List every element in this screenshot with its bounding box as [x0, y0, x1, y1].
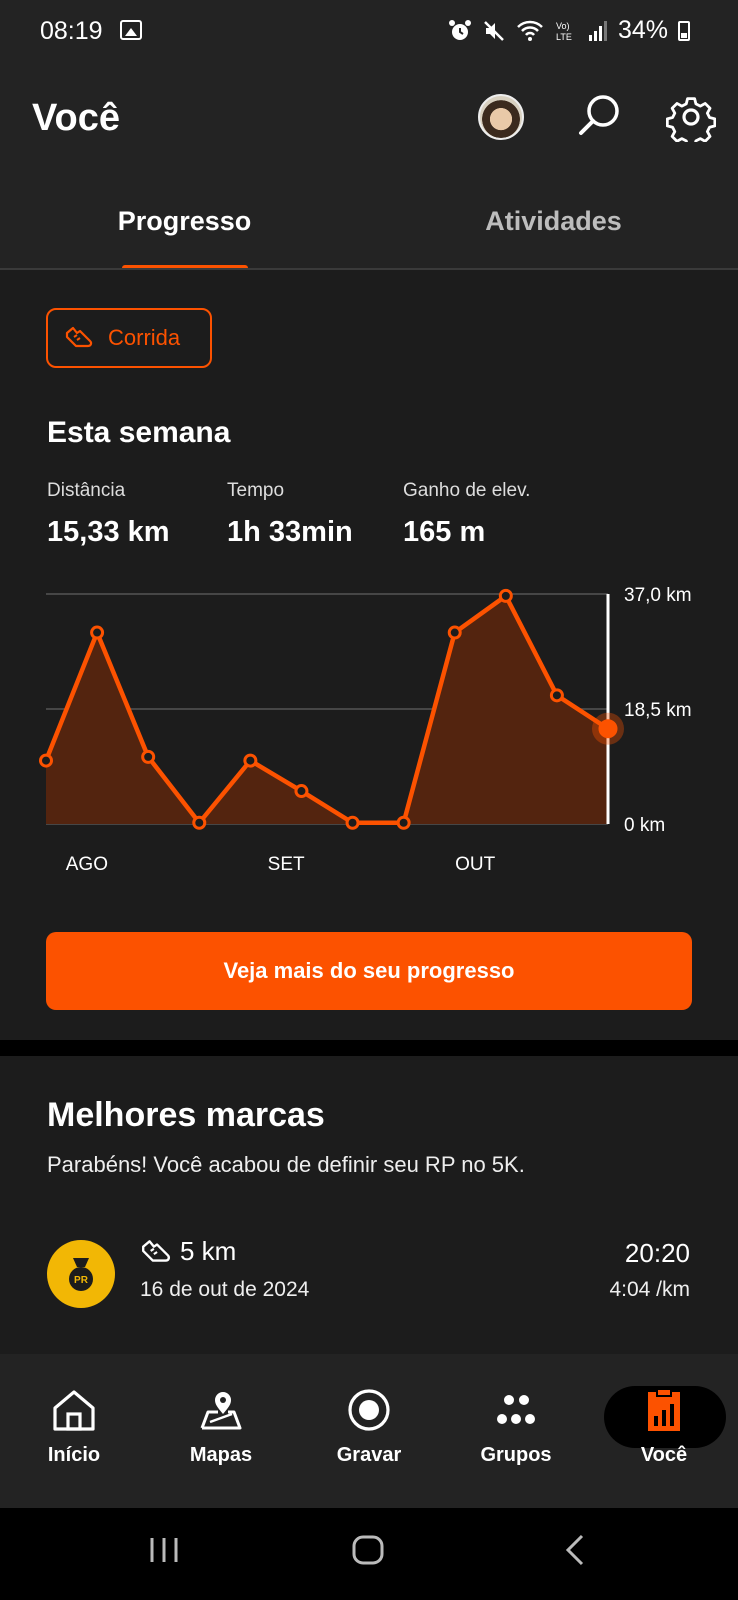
pr-pace: 4:04 /km	[609, 1278, 690, 1301]
pr-distance: 5 km	[140, 1236, 236, 1267]
you-icon	[648, 1388, 680, 1431]
status-bar: 08:19 Vo) LTE 34%	[0, 0, 738, 62]
stat-label: Tempo	[227, 480, 285, 501]
stat-label: Ganho de elev.	[403, 480, 531, 501]
see-more-progress-button[interactable]: Veja mais do seu progresso	[46, 932, 692, 1010]
tab-label: Progresso	[117, 206, 252, 236]
signal-icon	[588, 20, 607, 41]
y-tick-label: 0 km	[624, 815, 665, 836]
data-point	[294, 784, 309, 799]
tab-voce[interactable]: Você	[590, 1354, 738, 1508]
tab-label: Atividades	[485, 206, 622, 236]
stat-value: 15,33 km	[47, 516, 170, 548]
data-point	[498, 588, 513, 603]
tab-label: Grupos	[480, 1444, 552, 1466]
settings-button[interactable]	[665, 92, 717, 148]
stat-value: 165 m	[403, 516, 486, 548]
header: Você Progresso Atividades	[0, 62, 738, 270]
data-point	[141, 749, 156, 764]
data-point	[243, 753, 258, 768]
record-icon	[348, 1389, 390, 1431]
data-point	[39, 753, 53, 768]
tab-label: Mapas	[189, 1444, 253, 1466]
tab-label: Você	[640, 1444, 688, 1466]
alarm-icon	[448, 19, 471, 40]
pr-distance-label: 5 km	[180, 1236, 237, 1266]
map-icon	[200, 1392, 242, 1430]
running-shoe-icon	[142, 1239, 171, 1262]
tab-gravar[interactable]: Gravar	[295, 1354, 443, 1508]
back-icon[interactable]	[556, 1530, 596, 1570]
data-point	[396, 815, 411, 830]
x-tick-label: OUT	[455, 854, 496, 870]
pr-date: 16 de out de 2024	[140, 1278, 310, 1301]
tab-mapas[interactable]: Mapas	[147, 1354, 295, 1508]
battery-percent: 34%	[617, 16, 668, 44]
search-button[interactable]	[574, 92, 624, 142]
tabs: Progresso Atividades	[0, 202, 738, 270]
tab-label: Gravar	[336, 1444, 402, 1466]
progress-card: Corrida Esta semana Distância 15,33 km T…	[0, 270, 738, 1040]
records-subtitle: Parabéns! Você acabou de definir seu RP …	[47, 1152, 525, 1177]
tab-atividades[interactable]: Atividades	[369, 202, 738, 270]
stat-label: Distância	[47, 480, 126, 501]
tab-label: Início	[47, 1444, 101, 1466]
sport-filter-label: Corrida	[108, 325, 181, 350]
stat-value: 1h 33min	[227, 516, 353, 548]
battery-icon	[678, 20, 690, 41]
gear-icon	[665, 97, 717, 148]
wifi-icon	[517, 20, 543, 41]
svg-text:Vo): Vo)	[556, 21, 570, 31]
tab-inicio[interactable]: Início	[0, 1354, 148, 1508]
data-point	[345, 815, 360, 830]
tab-grupos[interactable]: Grupos	[442, 1354, 590, 1508]
y-tick-label: 18,5 km	[624, 700, 692, 721]
data-point	[598, 719, 618, 739]
bottom-tab-bar: Início Mapas Gravar Grupos Você	[0, 1354, 738, 1508]
groups-icon	[497, 1395, 535, 1424]
pr-row[interactable]: PR 5 km 16 de out de 2024 20:20 4:04 /km	[0, 1226, 738, 1336]
stat-time: Tempo 1h 33min	[227, 480, 353, 549]
status-time: 08:19	[40, 17, 103, 45]
sport-filter-chip[interactable]: Corrida	[46, 308, 212, 368]
weekly-distance-chart[interactable]: 37,0 km 18,5 km 0 km AGO SET OUT	[0, 580, 738, 870]
avatar[interactable]	[478, 94, 524, 140]
pr-time: 20:20	[624, 1238, 690, 1268]
x-tick-label: AGO	[66, 854, 108, 870]
pr-badge-text: PR	[74, 1275, 89, 1286]
stat-elevation: Ganho de elev. 165 m	[403, 480, 530, 549]
status-icons: Vo) LTE 34%	[448, 16, 690, 45]
home-nav-icon[interactable]	[348, 1530, 388, 1570]
data-point	[549, 688, 564, 703]
home-icon	[53, 1390, 95, 1431]
search-icon	[579, 95, 619, 135]
section-title: Esta semana	[47, 416, 231, 449]
svg-text:LTE: LTE	[556, 32, 572, 42]
page-title: Você	[32, 97, 121, 139]
tab-progresso[interactable]: Progresso	[0, 202, 369, 270]
data-point	[192, 815, 207, 830]
volte-icon: Vo)LTE	[556, 21, 572, 42]
recent-apps-icon[interactable]	[144, 1530, 184, 1570]
running-shoe-icon	[65, 326, 93, 348]
data-point	[90, 625, 105, 640]
x-tick-label: SET	[268, 854, 305, 870]
system-navigation-bar	[0, 1508, 738, 1600]
y-tick-label: 37,0 km	[624, 585, 692, 606]
medal-graphic: PR	[69, 1258, 93, 1291]
mute-icon	[484, 20, 504, 41]
pr-medal-icon: PR	[47, 1240, 115, 1308]
data-point	[447, 625, 462, 640]
best-efforts-section: Melhores marcas Parabéns! Você acabou de…	[0, 1056, 738, 1354]
stat-distance: Distância 15,33 km	[47, 480, 170, 549]
records-title: Melhores marcas	[47, 1096, 325, 1134]
image-icon	[120, 20, 142, 40]
